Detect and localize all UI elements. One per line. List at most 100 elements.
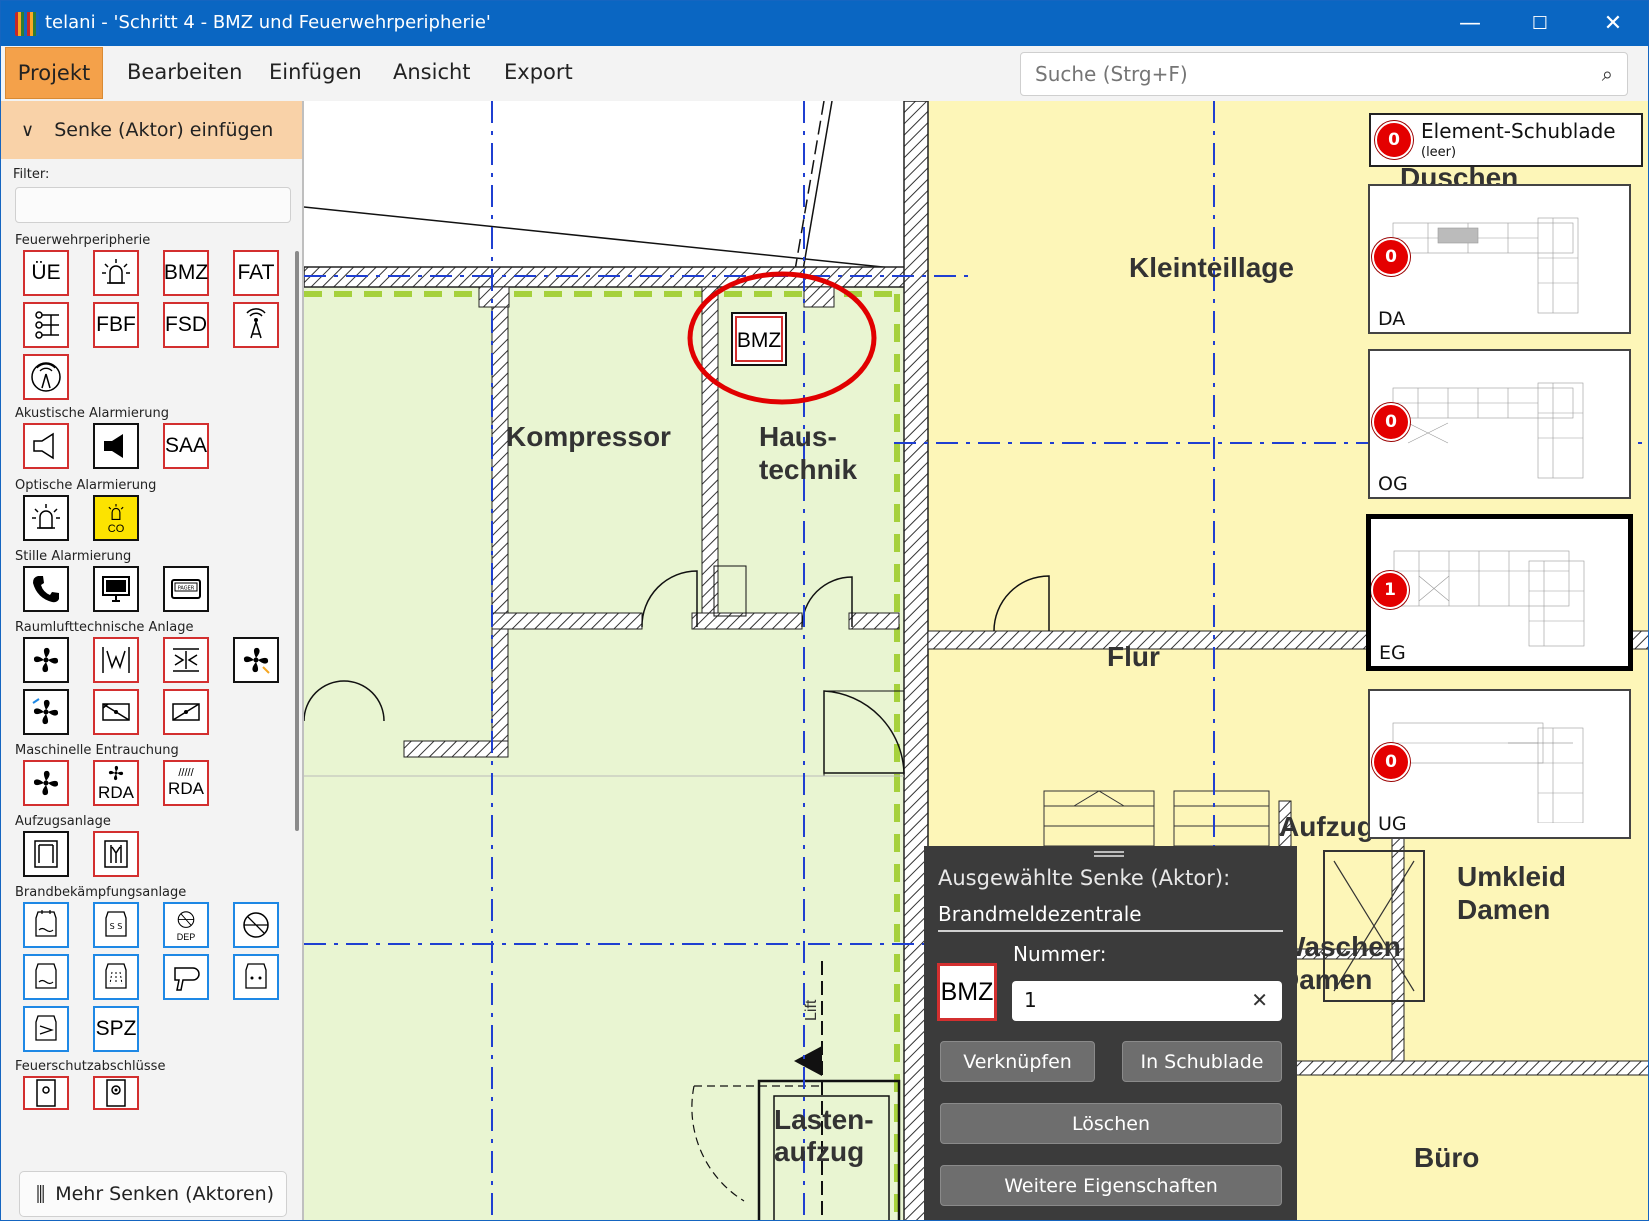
tile-fire-door-icon[interactable]: [23, 1076, 69, 1110]
tile-fan-icon[interactable]: [23, 637, 69, 683]
search-box[interactable]: ⌕: [1020, 52, 1628, 96]
tile-rda-hatch[interactable]: ///// RDA: [163, 760, 209, 806]
tile-monitor-icon[interactable]: [93, 566, 139, 612]
tile-smoke-damper-icon[interactable]: [163, 689, 209, 735]
tile-gas-extinguish-icon[interactable]: S S: [93, 902, 139, 948]
floor-thumbnail-ug[interactable]: 0 UG: [1368, 689, 1631, 839]
tile-spz[interactable]: SPZ: [93, 1006, 139, 1052]
floor-eg-preview: [1393, 550, 1585, 647]
tile-fire-damper-icon[interactable]: [93, 689, 139, 735]
drawer-button[interactable]: In Schublade: [1122, 1041, 1282, 1082]
category-feuerwehrperipherie: Feuerwehrperipherie: [15, 233, 151, 248]
floor-og-count-badge: 0: [1372, 403, 1410, 441]
tile-fan-blue-icon[interactable]: [23, 689, 69, 735]
element-drawer[interactable]: 0 Element-Schublade (leer): [1369, 113, 1643, 167]
panel-subtitle: Brandmeldezentrale: [938, 902, 1142, 926]
room-label-lastenaufzug: aufzug: [774, 1136, 864, 1167]
tile-air-flow-icon[interactable]: [163, 637, 209, 683]
floor-eg-label: EG: [1379, 642, 1406, 664]
room-label-waschen: Waschen: [1279, 931, 1401, 962]
delete-button[interactable]: Löschen: [940, 1103, 1282, 1144]
tile-nozzle-icon[interactable]: [163, 954, 209, 1000]
chevron-down-icon[interactable]: ∨: [21, 120, 34, 141]
tile-fire-elevator-icon[interactable]: [93, 831, 139, 877]
floor-thumbnail-da[interactable]: 0 DA: [1368, 184, 1631, 334]
tile-rda-hatch-label: RDA: [168, 779, 204, 798]
room-label-umkleide-damen: Damen: [1457, 894, 1550, 925]
tile-speaker-icon[interactable]: [23, 423, 69, 469]
tile-fbf[interactable]: FBF: [93, 302, 139, 348]
panel-drag-handle[interactable]: [1094, 851, 1124, 857]
tile-saa[interactable]: SAA: [163, 423, 209, 469]
search-input[interactable]: [1021, 53, 1561, 95]
tile-antenna-icon[interactable]: [233, 302, 279, 348]
category-akustische-alarmierung: Akustische Alarmierung: [15, 406, 169, 421]
link-button[interactable]: Verknüpfen: [940, 1041, 1095, 1082]
more-properties-button[interactable]: Weitere Eigenschaften: [940, 1165, 1282, 1206]
library-icon: ⫼: [36, 1182, 46, 1206]
tile-fat[interactable]: FAT: [233, 250, 279, 296]
tile-radio-icon[interactable]: [23, 354, 69, 400]
category-optische-alarmierung: Optische Alarmierung: [15, 478, 157, 493]
room-label-umkleide: Umkleid: [1457, 861, 1566, 892]
room-label-buero: Büro: [1414, 1142, 1479, 1173]
number-input[interactable]: [1012, 981, 1232, 1019]
tile-valve-icon[interactable]: [233, 902, 279, 948]
tile-dep[interactable]: DEP: [163, 902, 209, 948]
search-icon[interactable]: ⌕: [1602, 62, 1613, 86]
tile-co-beacon-icon[interactable]: CO: [93, 495, 139, 541]
maximize-button[interactable]: ☐: [1505, 1, 1575, 46]
menu-export[interactable]: Export: [504, 46, 573, 98]
tile-dep-label: DEP: [176, 931, 196, 942]
room-label-lasten: Lasten-: [774, 1104, 874, 1135]
drawer-subtitle: (leer): [1421, 145, 1457, 160]
menu-ansicht[interactable]: Ansicht: [393, 46, 471, 98]
tile-mist-icon[interactable]: [93, 954, 139, 1000]
tile-powder-icon[interactable]: [233, 954, 279, 1000]
sidebar-header[interactable]: ∨ Senke (Aktor) einfügen: [1, 101, 302, 159]
menu-bearbeiten[interactable]: Bearbeiten: [127, 46, 242, 98]
close-button[interactable]: ✕: [1578, 1, 1648, 46]
tile-fsd[interactable]: FSD: [163, 302, 209, 348]
tile-flash-light-icon[interactable]: [93, 250, 139, 296]
minimize-button[interactable]: —: [1435, 1, 1505, 46]
floor-thumbnail-og[interactable]: 0 OG: [1368, 349, 1631, 499]
tile-phone-icon[interactable]: [23, 566, 69, 612]
number-field[interactable]: ✕: [1012, 981, 1282, 1021]
category-brandbekaempfungsanlage: Brandbekämpfungsanlage: [15, 885, 187, 900]
floor-og-label: OG: [1378, 473, 1408, 495]
tile-beacon-icon[interactable]: [23, 495, 69, 541]
tile-smoke-fan-icon[interactable]: [23, 760, 69, 806]
tile-horn-icon[interactable]: [93, 423, 139, 469]
tile-fan-color-icon[interactable]: [233, 637, 279, 683]
floor-thumbnail-eg[interactable]: 1 EG: [1366, 514, 1633, 671]
floor-da-label: DA: [1378, 308, 1406, 330]
filter-input[interactable]: [15, 187, 291, 223]
tile-damper-icon[interactable]: [93, 637, 139, 683]
tile-elevator-icon[interactable]: [23, 831, 69, 877]
drawer-count-badge: 0: [1375, 121, 1413, 159]
tile-foam-icon[interactable]: [23, 954, 69, 1000]
more-actors-button[interactable]: ⫼ Mehr Senken (Aktoren): [19, 1171, 287, 1217]
category-raumlufttechnische-anlage: Raumlufttechnische Anlage: [15, 620, 194, 635]
menu-einfuegen[interactable]: Einfügen: [269, 46, 362, 98]
bmz-element-label[interactable]: BMZ: [737, 329, 782, 352]
floor-ug-preview: [1392, 722, 1584, 823]
tile-fire-shutter-icon[interactable]: [93, 1076, 139, 1110]
app-logo-icon: [15, 12, 39, 36]
menu-projekt[interactable]: Projekt: [5, 47, 103, 99]
drawer-title: Element-Schublade: [1421, 119, 1616, 143]
panel-title: Ausgewählte Senke (Aktor):: [938, 866, 1231, 890]
tile-sprinkler-icon[interactable]: [23, 902, 69, 948]
floor-da-count-badge: 0: [1372, 238, 1410, 276]
tile-bmz[interactable]: BMZ: [163, 250, 209, 296]
sidebar-scrollbar[interactable]: [295, 251, 299, 831]
tile-rda-fan[interactable]: RDA: [93, 760, 139, 806]
tile-spray-icon[interactable]: [23, 1006, 69, 1052]
pager-label: PAGER: [178, 586, 195, 592]
tile-ue[interactable]: ÜE: [23, 250, 69, 296]
clear-icon[interactable]: ✕: [1251, 988, 1268, 1012]
tile-key-depot-icon[interactable]: [23, 302, 69, 348]
tile-pager-icon[interactable]: PAGER: [163, 566, 209, 612]
menu-bar: Projekt Bearbeiten Einfügen Ansicht Expo…: [1, 46, 1648, 101]
